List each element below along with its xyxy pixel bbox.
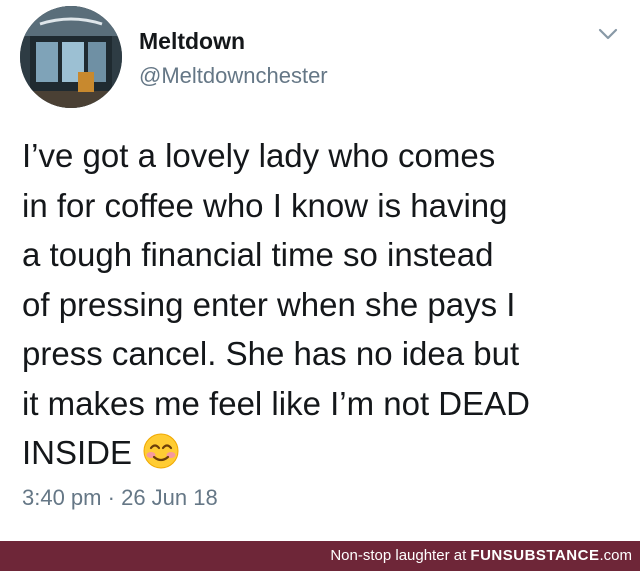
footer-brand: FUNSUBSTANCE bbox=[470, 547, 600, 564]
footer-tagline: Non-stop laughter at bbox=[330, 547, 467, 564]
tweet-time: 3:40 pm bbox=[22, 485, 102, 510]
tweet-text-line: it makes me feel like I’m not DEAD bbox=[22, 384, 530, 422]
tweet-text-line: of pressing enter when she pays I bbox=[22, 285, 516, 323]
watermark-footer: Non-stop laughter at FUNSUBSTANCE.com bbox=[0, 541, 640, 571]
footer-brand-domain: .com bbox=[599, 547, 632, 564]
tweet-text: I’ve got a lovely lady who comes in for … bbox=[22, 131, 628, 478]
avatar[interactable] bbox=[20, 6, 122, 108]
separator-dot: · bbox=[107, 485, 115, 510]
tweet-text-line: press cancel. She has no idea but bbox=[22, 335, 520, 372]
storefront-photo-icon bbox=[20, 6, 122, 108]
tweet-date: 26 Jun 18 bbox=[121, 485, 218, 510]
tweet-timestamp[interactable]: 3:40 pm · 26 Jun 18 bbox=[22, 484, 218, 512]
display-name[interactable]: Meltdown bbox=[139, 27, 245, 55]
tweet-card: Meltdown @Meltdownchester I’ve got a lov… bbox=[0, 0, 640, 541]
chevron-down-icon[interactable] bbox=[596, 24, 620, 44]
tweet-text-line: I’ve got a lovely lady who comes bbox=[22, 137, 496, 174]
user-handle[interactable]: @Meltdownchester bbox=[139, 62, 328, 90]
footer-text: Non-stop laughter at FUNSUBSTANCE.com bbox=[330, 547, 632, 565]
tweet-text-last-line: INSIDE bbox=[22, 428, 628, 478]
tweet-text-line: INSIDE bbox=[22, 434, 133, 471]
tweet-text-line: a tough financial time so instead bbox=[22, 236, 494, 273]
tweet-text-line: in for coffee who I know is having bbox=[22, 186, 508, 224]
smiling-face-with-smiling-eyes-icon bbox=[142, 432, 180, 470]
